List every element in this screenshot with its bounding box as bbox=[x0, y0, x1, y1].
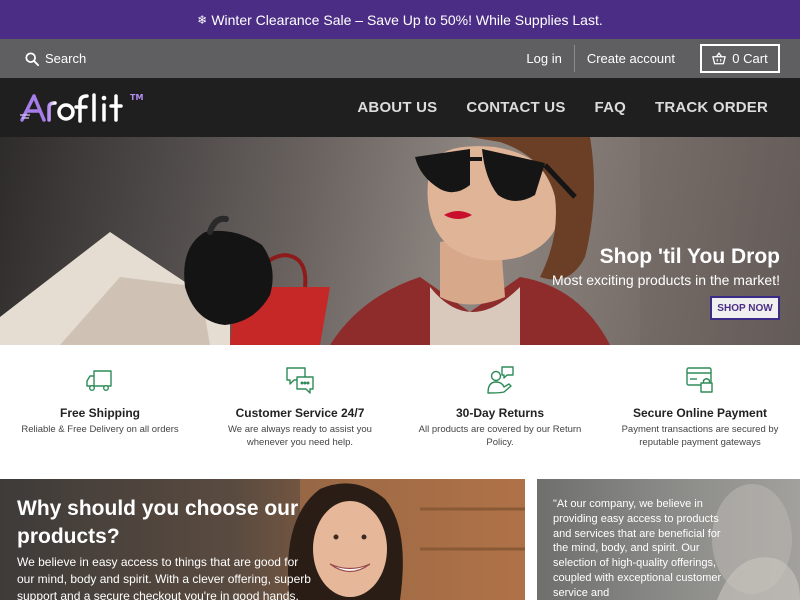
why-choose-panel: Why should you choose our products? We b… bbox=[0, 479, 525, 600]
hero-image bbox=[0, 137, 800, 345]
feature-title: Secure Online Payment bbox=[632, 406, 768, 420]
feature-text: Payment transactions are secured by repu… bbox=[621, 424, 779, 448]
nav-contact-us[interactable]: CONTACT US bbox=[466, 99, 565, 116]
shop-now-button[interactable]: SHOP NOW bbox=[710, 296, 780, 320]
truck-icon bbox=[0, 365, 200, 395]
cart-label: 0 Cart bbox=[732, 51, 768, 66]
snowflake-icon: ❄ bbox=[197, 12, 208, 27]
quote-text: "At our company, we believe in providing… bbox=[553, 498, 722, 599]
brand-logo[interactable]: TM bbox=[20, 90, 165, 126]
trademark-mark: TM bbox=[130, 93, 143, 102]
primary-nav: ABOUT US CONTACT US FAQ TRACK ORDER bbox=[357, 78, 768, 137]
feature-title: 30-Day Returns bbox=[455, 406, 545, 420]
feature-title: Customer Service 24/7 bbox=[235, 406, 365, 420]
hero-caption: Shop 'til You Drop Most exciting product… bbox=[552, 245, 780, 288]
hero-title: Shop 'til You Drop bbox=[599, 245, 780, 268]
feature-secure-payment: Secure Online Payment Payment transactio… bbox=[600, 345, 800, 478]
create-account-link[interactable]: Create account bbox=[575, 51, 687, 66]
feature-text: We are always ready to assist you whenev… bbox=[228, 424, 372, 448]
nav-faq[interactable]: FAQ bbox=[595, 99, 626, 116]
why-title: Why should you choose our products? bbox=[17, 497, 299, 548]
cart-button[interactable]: 0 Cart bbox=[700, 44, 780, 73]
account-links: Log in Create account 0 Cart bbox=[514, 39, 800, 78]
search-label: Search bbox=[45, 51, 87, 66]
why-text: We believe in easy access to things that… bbox=[17, 555, 311, 600]
feature-customer-service: Customer Service 24/7 We are always read… bbox=[200, 345, 400, 478]
feature-text: Reliable & Free Delivery on all orders bbox=[21, 424, 179, 435]
nav-track-order[interactable]: TRACK ORDER bbox=[655, 99, 768, 116]
hero-banner: Shop 'til You Drop Most exciting product… bbox=[0, 137, 800, 345]
utility-bar: Search Log in Create account 0 Cart bbox=[0, 39, 800, 78]
testimonial-panel: "At our company, we believe in providing… bbox=[537, 479, 800, 600]
chat-bubbles-icon bbox=[200, 365, 400, 395]
feature-free-shipping: Free Shipping Reliable & Free Delivery o… bbox=[0, 345, 200, 478]
feature-text: All products are covered by our Return P… bbox=[418, 424, 582, 448]
main-header: TM ABOUT US CONTACT US FAQ TRACK ORDER bbox=[0, 78, 800, 137]
search-button[interactable]: Search bbox=[25, 39, 86, 78]
nav-about-us[interactable]: ABOUT US bbox=[357, 99, 437, 116]
search-icon bbox=[25, 51, 39, 66]
secure-card-icon bbox=[600, 365, 800, 395]
announcement-bar: ❄ Winter Clearance Sale – Save Up to 50%… bbox=[0, 0, 800, 39]
basket-icon bbox=[712, 52, 727, 65]
announcement-text: Winter Clearance Sale – Save Up to 50%! … bbox=[211, 11, 603, 28]
feature-title: Free Shipping bbox=[59, 406, 140, 420]
features-row: Free Shipping Reliable & Free Delivery o… bbox=[0, 345, 800, 478]
login-link[interactable]: Log in bbox=[514, 51, 573, 66]
returns-icon bbox=[400, 365, 600, 395]
hero-subtitle: Most exciting products in the market! bbox=[552, 272, 780, 288]
feature-returns: 30-Day Returns All products are covered … bbox=[400, 345, 600, 478]
